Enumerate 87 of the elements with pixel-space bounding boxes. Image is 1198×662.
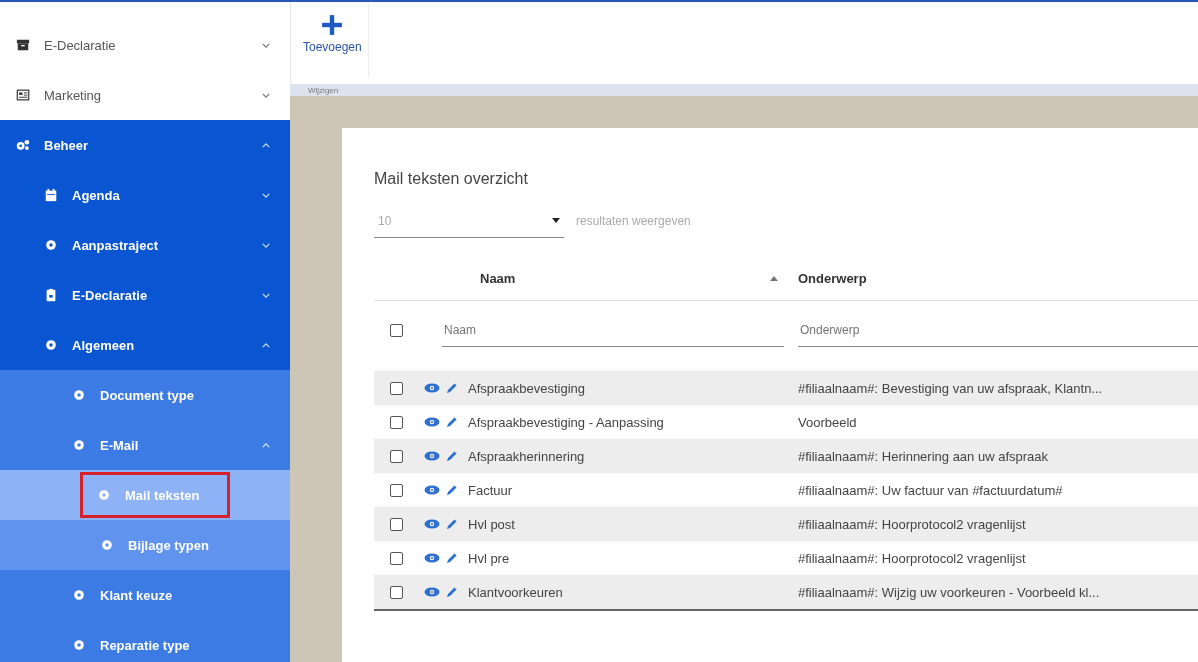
chevron-down-icon bbox=[262, 242, 270, 248]
table-cell: #filiaalnaam#: Hoorprotocol2 vragenlijst bbox=[798, 550, 1026, 566]
gears-icon bbox=[16, 138, 30, 152]
sidebar-item[interactable]: E-Declaratie bbox=[0, 270, 290, 320]
chevron-up-icon bbox=[262, 342, 270, 348]
page-size-label: resultaten weergeven bbox=[576, 214, 691, 228]
table-cell: Factuur bbox=[468, 482, 513, 498]
sidebar-item[interactable]: Reparatie type bbox=[0, 620, 290, 662]
sidebar-item[interactable]: Document type bbox=[0, 370, 290, 420]
chevron-down-icon bbox=[262, 92, 270, 98]
gear-icon bbox=[72, 438, 86, 452]
eye-icon[interactable] bbox=[424, 417, 440, 427]
archive-icon bbox=[16, 38, 30, 52]
eye-icon[interactable] bbox=[424, 383, 440, 393]
plus-icon bbox=[321, 14, 344, 36]
table-cell: #filiaalnaam#: Herinnering aan uw afspraak bbox=[798, 448, 1049, 464]
gear-icon bbox=[97, 488, 111, 502]
sidebar-item[interactable]: Klant keuze bbox=[0, 570, 290, 620]
sidebar-label: Aanpastraject bbox=[72, 237, 158, 253]
sidebar-label: Algemeen bbox=[72, 337, 135, 353]
pencil-icon[interactable] bbox=[446, 586, 458, 598]
eye-icon[interactable] bbox=[424, 553, 440, 563]
eye-icon[interactable] bbox=[424, 485, 440, 495]
sidebar-label: E-Declaratie bbox=[44, 37, 116, 53]
gear-icon bbox=[72, 638, 86, 652]
sidebar-item[interactable]: Aanpastraject bbox=[0, 220, 290, 270]
gear-icon bbox=[44, 338, 58, 352]
sidebar-label: Bijlage typen bbox=[128, 537, 209, 553]
column-header[interactable]: Onderwerp bbox=[798, 270, 867, 286]
sidebar-label: Marketing bbox=[44, 87, 102, 103]
sidebar-item[interactable]: Algemeen bbox=[0, 320, 290, 370]
table-cell: Hvl pre bbox=[468, 550, 510, 566]
checkbox[interactable] bbox=[389, 517, 403, 531]
table-cell: Afspraakbevestiging - Aanpassing bbox=[468, 414, 664, 430]
sidebar-label: Reparatie type bbox=[100, 637, 190, 653]
chevron-up-icon bbox=[262, 142, 270, 148]
chevron-down-icon bbox=[262, 292, 270, 298]
group-label: Wijzigen bbox=[308, 85, 339, 95]
gear-icon bbox=[100, 538, 114, 552]
gear-icon bbox=[44, 238, 58, 252]
pencil-icon[interactable] bbox=[446, 552, 458, 564]
pencil-icon[interactable] bbox=[446, 382, 458, 394]
clipboard-icon bbox=[44, 288, 58, 302]
checkbox[interactable] bbox=[389, 551, 403, 565]
sidebar-item[interactable]: Beheer bbox=[0, 120, 290, 170]
chevron-down-icon bbox=[262, 42, 270, 48]
table-cell: #filiaalnaam#: Wijzig uw voorkeuren - Voorbeeld kl... bbox=[798, 584, 1100, 600]
sidebar-label: E-Mail bbox=[100, 437, 139, 453]
sidebar-label: Mail teksten bbox=[125, 487, 200, 503]
gear-icon bbox=[72, 588, 86, 602]
table-cell: #filiaalnaam#: Uw factuur van #factuurdatum# bbox=[798, 482, 1063, 498]
table-cell: Hvl post bbox=[468, 516, 515, 532]
chevron-down-icon bbox=[262, 192, 270, 198]
checkbox[interactable] bbox=[389, 381, 403, 395]
sidebar-label: Agenda bbox=[72, 187, 120, 203]
sidebar-label: Beheer bbox=[44, 137, 89, 153]
table-cell: Voorbeeld bbox=[798, 414, 857, 430]
pencil-icon[interactable] bbox=[446, 416, 458, 428]
checkbox[interactable] bbox=[389, 323, 403, 337]
pencil-icon[interactable] bbox=[446, 484, 458, 496]
eye-icon[interactable] bbox=[424, 519, 440, 529]
column-header[interactable]: Naam bbox=[480, 270, 516, 286]
pencil-icon[interactable] bbox=[446, 450, 458, 462]
sidebar-label: E-Declaratie bbox=[72, 287, 148, 303]
checkbox[interactable] bbox=[389, 415, 403, 429]
checkbox[interactable] bbox=[389, 585, 403, 599]
table-cell: #filiaalnaam#: Bevestiging van uw afspraak, Klantn... bbox=[798, 380, 1103, 396]
newspaper-icon bbox=[16, 88, 30, 102]
sidebar-item[interactable]: E-Mail bbox=[0, 420, 290, 470]
table-cell: #filiaalnaam#: Hoorprotocol2 vragenlijst bbox=[798, 516, 1026, 532]
chevron-up-icon bbox=[262, 442, 270, 448]
eye-icon[interactable] bbox=[424, 587, 440, 597]
calendar-icon bbox=[44, 188, 58, 202]
sidebar-label: Klant keuze bbox=[100, 587, 173, 603]
pencil-icon[interactable] bbox=[446, 518, 458, 530]
table-cell: Klantvoorkeuren bbox=[468, 584, 563, 600]
eye-icon[interactable] bbox=[424, 451, 440, 461]
sort-arrow-icon[interactable] bbox=[770, 275, 778, 281]
table-cell: Afspraakherinnering bbox=[468, 448, 585, 464]
card-title: Mail teksten overzicht bbox=[374, 170, 529, 188]
gear-icon bbox=[72, 388, 86, 402]
sidebar-item[interactable]: Agenda bbox=[0, 170, 290, 220]
checkbox[interactable] bbox=[389, 483, 403, 497]
table-cell: Afspraakbevestiging bbox=[468, 380, 586, 396]
sidebar-label: Document type bbox=[100, 387, 194, 403]
dropdown-arrow-icon bbox=[552, 218, 560, 223]
checkbox[interactable] bbox=[389, 449, 403, 463]
